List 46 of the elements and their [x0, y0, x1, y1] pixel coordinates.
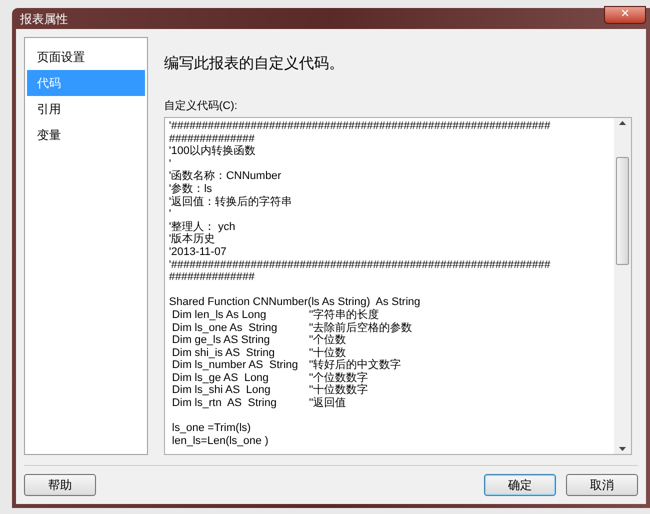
scroll-up-icon[interactable]: [619, 121, 626, 125]
dialog-button[interactable]: 取消: [566, 474, 638, 496]
code-comment: ''字符串的长度: [309, 308, 380, 322]
code-comment: ''转好后的中文数字: [309, 359, 402, 372]
code-comment: ''十位数数字: [309, 384, 368, 397]
code-line: ': [169, 208, 172, 221]
code-line: Dim ls_number AS String: [171, 359, 299, 372]
code-line: Dim shi_is AS String: [171, 346, 276, 360]
scrollbar[interactable]: [614, 118, 631, 454]
code-line: len_ls=Len(ls_one ): [171, 434, 268, 448]
code-line: '整理人： ych: [169, 220, 236, 233]
scroll-down-icon[interactable]: [619, 447, 626, 451]
code-line: '##############################################################: [169, 120, 550, 133]
code-line: '返回值：转换后的字符串: [169, 196, 292, 208]
code-line: ##############: [169, 271, 255, 284]
code-line: '2013-11-07: [169, 246, 227, 259]
code-line: Dim ls_shi AS Long: [171, 384, 272, 398]
field-label: 自定义代码(C):: [164, 98, 238, 114]
code-line: ': [169, 158, 172, 170]
dialog-button[interactable]: 确定: [484, 474, 556, 496]
code-comment: ''十位数: [309, 346, 346, 359]
code-comment: ''返回值: [309, 397, 346, 410]
code-field[interactable]: [164, 117, 632, 455]
code-line: Dim len_ls As Long: [171, 308, 268, 322]
scrollbar-thumb[interactable]: [616, 157, 629, 265]
code-comment: ''去除前后空格的参数: [309, 322, 412, 334]
code-line: ls_one =Trim(ls): [171, 422, 251, 435]
code-line: '100以内转换函数: [169, 145, 256, 158]
code-line: '函数名称：CNNumber: [169, 170, 282, 183]
code-line: Shared Function CNNumber(ls As String) As String: [169, 296, 420, 308]
code-comment: ''个位数数字: [309, 372, 368, 384]
code-line: Dim ls_ge AS Long: [171, 372, 270, 384]
code-line: '版本历史: [169, 233, 216, 246]
code-line: '参数：ls: [169, 182, 212, 196]
sidebar-item[interactable]: 引用: [27, 96, 145, 122]
page-heading: 编写此报表的自定义代码。: [164, 54, 345, 74]
code-line: ##############: [169, 132, 255, 145]
code-comment: ''个位数: [309, 334, 346, 347]
code-line: Dim ge_ls AS String: [171, 334, 271, 347]
sidebar-item[interactable]: 变量: [27, 122, 145, 148]
code-line: Dim ls_rtn AS String: [171, 397, 278, 410]
sidebar-item[interactable]: 页面设置: [27, 44, 145, 70]
code-line: Dim ls_one As String: [171, 322, 278, 334]
dialog-button[interactable]: 帮助: [24, 474, 96, 496]
code-line: '##############################################################: [169, 258, 550, 272]
window-title: 报表属性: [20, 10, 68, 28]
